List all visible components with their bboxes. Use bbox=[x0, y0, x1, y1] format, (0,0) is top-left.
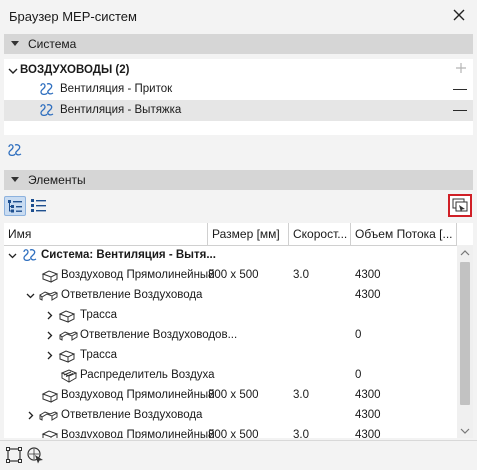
column-header-size[interactable]: Размер [мм] bbox=[208, 223, 289, 245]
element-size: 800 x 500 bbox=[208, 429, 259, 438]
chevron-right-icon[interactable] bbox=[45, 311, 54, 320]
element-flow: 4300 bbox=[355, 429, 381, 438]
column-header-speed[interactable]: Скорост... bbox=[289, 223, 351, 245]
diffuser-icon bbox=[60, 368, 78, 387]
remove-system-icon[interactable]: — bbox=[453, 102, 467, 116]
systems-section-label: Система bbox=[28, 37, 77, 51]
element-speed: 3.0 bbox=[293, 389, 309, 401]
route-icon bbox=[58, 348, 76, 367]
tree-row[interactable]: Воздуховод Прямолинейный 800 x 500 3.0 4… bbox=[4, 266, 456, 286]
element-speed: 3.0 bbox=[293, 269, 309, 281]
element-name: Система: Вентиляция - Вытя... bbox=[41, 249, 216, 261]
element-name: Трасса bbox=[80, 349, 118, 361]
column-header-flow[interactable]: Объем Потока [... bbox=[351, 223, 457, 245]
system-row-exhaust[interactable]: Вентиляция - Вытяжка — bbox=[4, 100, 473, 121]
tree-row[interactable]: Распределитель Воздуха 0 bbox=[4, 366, 456, 386]
elements-section-header[interactable]: Элементы bbox=[4, 170, 473, 190]
element-name: Трасса bbox=[80, 309, 118, 321]
duct-icon bbox=[41, 268, 59, 287]
systems-panel: ВОЗДУХОВОДЫ (2) Вентиляция - Приток — Ве… bbox=[4, 59, 473, 135]
list-view-button[interactable] bbox=[28, 196, 50, 216]
tree-row[interactable]: Трасса bbox=[4, 346, 456, 366]
element-flow: 0 bbox=[355, 369, 362, 381]
window-title: Браузер MEP-систем bbox=[9, 9, 137, 24]
bottom-toolbar bbox=[0, 440, 477, 470]
duct-group-label[interactable]: ВОЗДУХОВОДЫ (2) bbox=[20, 64, 130, 76]
elements-section-label: Элементы bbox=[28, 173, 86, 187]
tree-row[interactable]: Воздуховод Прямолинейный 800 x 500 3.0 4… bbox=[4, 386, 456, 406]
column-header-name[interactable]: Имя bbox=[4, 223, 208, 245]
element-flow: 4300 bbox=[355, 409, 381, 421]
system-icon bbox=[21, 247, 39, 267]
ventilation-system-icon bbox=[38, 102, 56, 121]
chevron-right-icon[interactable] bbox=[26, 411, 35, 420]
element-name: Ответвление Воздуховода bbox=[61, 409, 203, 421]
branch-icon bbox=[38, 288, 59, 307]
chevron-right-icon[interactable] bbox=[45, 351, 54, 360]
filter-select-button[interactable] bbox=[448, 194, 472, 217]
element-flow: 0 bbox=[355, 329, 362, 341]
route-icon bbox=[58, 308, 76, 327]
duct-icon bbox=[41, 388, 59, 407]
add-system-icon[interactable] bbox=[455, 62, 467, 77]
collapse-triangle-icon bbox=[11, 177, 19, 182]
systems-section-header[interactable]: Система bbox=[4, 34, 473, 54]
element-name: Распределитель Воздуха bbox=[80, 369, 215, 381]
collapse-triangle-icon bbox=[11, 41, 19, 46]
element-flow: 4300 bbox=[355, 289, 381, 301]
system-label: Вентиляция - Приток bbox=[60, 83, 173, 95]
element-size: 800 x 500 bbox=[208, 269, 259, 281]
close-icon[interactable] bbox=[449, 5, 469, 25]
element-name: Воздуховод Прямолинейный bbox=[61, 269, 215, 281]
scrollbar-thumb[interactable] bbox=[460, 262, 470, 405]
tree-row[interactable]: Ответвление Воздуховода 4300 bbox=[4, 406, 456, 426]
element-flow: 4300 bbox=[355, 269, 381, 281]
chevron-down-icon[interactable] bbox=[8, 251, 17, 260]
select-frame-icon[interactable] bbox=[5, 446, 23, 464]
tree-row[interactable]: Ответвление Воздуховода 4300 bbox=[4, 286, 456, 306]
tree-row[interactable]: Ответвление Воздуховодов... 0 bbox=[4, 326, 456, 346]
element-size: 800 x 500 bbox=[208, 389, 259, 401]
system-row-supply[interactable]: Вентиляция - Приток — bbox=[4, 79, 473, 100]
element-name: Воздуховод Прямолинейный bbox=[61, 429, 215, 438]
ventilation-system-icon bbox=[38, 81, 56, 100]
remove-system-icon[interactable]: — bbox=[453, 81, 467, 95]
tree-row[interactable]: Трасса bbox=[4, 306, 456, 326]
system-tool-icon[interactable] bbox=[6, 141, 24, 159]
tree-row[interactable]: Воздуховод Прямолинейный 800 x 500 3.0 4… bbox=[4, 426, 456, 438]
branch-icon bbox=[58, 328, 79, 347]
element-name: Ответвление Воздуховодов... bbox=[80, 329, 238, 341]
scroll-up-icon[interactable] bbox=[460, 248, 470, 260]
header-filler bbox=[457, 223, 473, 245]
system-label: Вентиляция - Вытяжка bbox=[60, 104, 182, 116]
elements-tree: Система: Вентиляция - Вытя... Воздуховод… bbox=[4, 246, 457, 438]
element-name: Воздуховод Прямолинейный bbox=[61, 389, 215, 401]
element-speed: 3.0 bbox=[293, 429, 309, 438]
group-chevron-down-icon[interactable] bbox=[8, 66, 18, 78]
element-name: Ответвление Воздуховода bbox=[61, 289, 203, 301]
title-bar: Браузер MEP-систем bbox=[0, 0, 477, 32]
duct-icon bbox=[41, 428, 59, 438]
branch-icon bbox=[38, 408, 59, 427]
zoom-to-selection-icon[interactable] bbox=[26, 446, 46, 464]
tree-view-button[interactable] bbox=[4, 196, 26, 216]
chevron-down-icon[interactable] bbox=[26, 291, 35, 300]
scroll-down-icon[interactable] bbox=[460, 426, 470, 438]
chevron-right-icon[interactable] bbox=[45, 331, 54, 340]
tree-row[interactable]: Система: Вентиляция - Вытя... bbox=[4, 246, 456, 266]
element-flow: 4300 bbox=[355, 389, 381, 401]
